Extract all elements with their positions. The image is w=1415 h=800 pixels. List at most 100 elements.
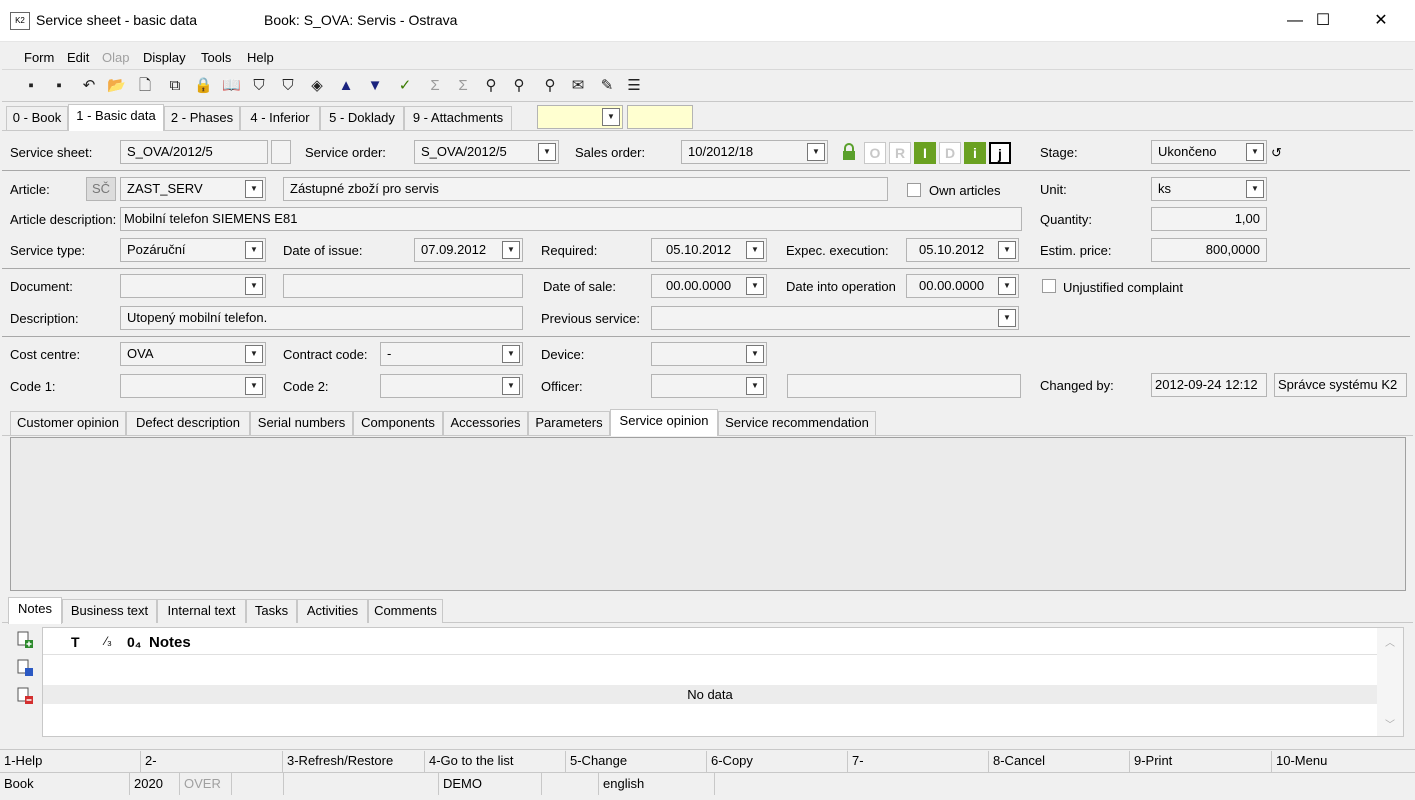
tab-components[interactable]: Components bbox=[353, 411, 443, 435]
fkey-menu[interactable]: 10-Menu bbox=[1272, 751, 1415, 773]
article-name-field[interactable]: Zástupné zboží pro servis bbox=[283, 177, 888, 201]
fkey-print[interactable]: 9-Print bbox=[1130, 751, 1272, 773]
cost-centre-select[interactable]: OVA ▼ bbox=[120, 342, 266, 366]
col-sort-header[interactable]: ⁄₃ bbox=[105, 634, 112, 648]
estim-price-field[interactable]: 800,0000 bbox=[1151, 238, 1267, 262]
flag-j[interactable]: j bbox=[989, 142, 1011, 164]
chevron-down-icon[interactable]: ▼ bbox=[998, 277, 1016, 295]
chevron-down-icon[interactable]: ▼ bbox=[1246, 180, 1264, 198]
tab-serial-numbers[interactable]: Serial numbers bbox=[250, 411, 353, 435]
officer-name-field[interactable] bbox=[787, 374, 1021, 398]
tab-activities[interactable]: Activities bbox=[297, 599, 368, 623]
flag-r[interactable]: R bbox=[889, 142, 911, 164]
chevron-down-icon[interactable]: ▼ bbox=[998, 309, 1016, 327]
notepad-icon[interactable]: ✎ bbox=[598, 77, 616, 95]
tab-service-opinion[interactable]: Service opinion bbox=[610, 409, 718, 436]
menu-edit[interactable]: Edit bbox=[67, 50, 89, 65]
contract-code-select[interactable]: - ▼ bbox=[380, 342, 523, 366]
open-folder-icon[interactable]: 📂 bbox=[107, 77, 126, 95]
delete-note-icon[interactable] bbox=[16, 687, 34, 705]
tab-basic-data[interactable]: 1 - Basic data bbox=[68, 104, 164, 131]
officer-select[interactable]: ▼ bbox=[651, 374, 767, 398]
flag-info[interactable]: i bbox=[964, 142, 986, 164]
check-mark-icon[interactable]: ✓ bbox=[396, 77, 414, 95]
date-into-operation-select[interactable]: 00.00.0000 ▼ bbox=[906, 274, 1019, 298]
history-icon[interactable]: ↺ bbox=[1271, 145, 1282, 161]
previous-service-select[interactable]: ▼ bbox=[651, 306, 1019, 330]
flag-d[interactable]: D bbox=[939, 142, 961, 164]
fkey-copy[interactable]: 6-Copy bbox=[707, 751, 848, 773]
tab-internal-text[interactable]: Internal text bbox=[157, 599, 246, 623]
date-of-issue-select[interactable]: 07.09.2012 ▼ bbox=[414, 238, 523, 262]
vertical-scrollbar[interactable]: ︿ ﹀ bbox=[1377, 628, 1403, 736]
menu-lines-icon[interactable]: ☰ bbox=[625, 77, 643, 95]
close-icon[interactable]: ✕ bbox=[1358, 0, 1404, 42]
document-text-field[interactable] bbox=[283, 274, 523, 298]
article-prefix[interactable]: SČ bbox=[86, 177, 116, 201]
arrow-up-icon[interactable]: ▲ bbox=[337, 77, 355, 95]
tab-book[interactable]: 0 - Book bbox=[6, 106, 68, 130]
chevron-down-icon[interactable]: ▼ bbox=[746, 277, 764, 295]
tab-service-recommendation[interactable]: Service recommendation bbox=[718, 411, 876, 435]
binoculars-prev-icon[interactable]: ⚲ bbox=[541, 77, 559, 95]
chevron-down-icon[interactable]: ▼ bbox=[807, 143, 825, 161]
document-select[interactable]: ▼ bbox=[120, 274, 266, 298]
tab-inferior[interactable]: 4 - Inferior bbox=[240, 106, 320, 130]
article-description-field[interactable]: Mobilní telefon SIEMENS E81 bbox=[120, 207, 1022, 231]
chevron-down-icon[interactable]: ▼ bbox=[998, 241, 1016, 259]
service-opinion-textarea[interactable] bbox=[10, 437, 1406, 591]
unjustified-complaint-checkbox[interactable] bbox=[1042, 279, 1056, 293]
tab-phases[interactable]: 2 - Phases bbox=[164, 106, 240, 130]
undo-icon[interactable]: ↶ bbox=[80, 77, 98, 95]
sum-remove-icon[interactable]: Σ bbox=[454, 77, 472, 95]
service-sheet-field[interactable]: S_OVA/2012/5 bbox=[120, 140, 268, 164]
lock-icon[interactable]: 🔒 bbox=[194, 77, 213, 95]
menu-help[interactable]: Help bbox=[247, 50, 274, 65]
code2-select[interactable]: ▼ bbox=[380, 374, 523, 398]
filter-icon[interactable]: ⛉ bbox=[250, 77, 268, 95]
filter-remove-icon[interactable]: ⛉ bbox=[279, 77, 297, 95]
expec-execution-select[interactable]: 05.10.2012 ▼ bbox=[906, 238, 1019, 262]
fkey-go-to-list[interactable]: 4-Go to the list bbox=[425, 751, 566, 773]
menu-form[interactable]: Form bbox=[24, 50, 54, 65]
flag-o[interactable]: O bbox=[864, 142, 886, 164]
fkey-2[interactable]: 2- bbox=[141, 751, 283, 773]
notes-grid[interactable]: T ⁄₃ 0₄ Notes No data ︿ ﹀ bbox=[42, 627, 1404, 737]
chevron-down-icon[interactable]: ▼ bbox=[245, 277, 263, 295]
device-select[interactable]: ▼ bbox=[651, 342, 767, 366]
chevron-down-icon[interactable]: ▼ bbox=[245, 377, 263, 395]
save-icon[interactable]: ▪ bbox=[22, 77, 40, 95]
code1-select[interactable]: ▼ bbox=[120, 374, 266, 398]
service-order-select[interactable]: S_OVA/2012/5 ▼ bbox=[414, 140, 559, 164]
tab-accessories[interactable]: Accessories bbox=[443, 411, 528, 435]
chevron-down-icon[interactable]: ▼ bbox=[746, 241, 764, 259]
quick-filter-input[interactable] bbox=[627, 105, 693, 129]
save-as-icon[interactable]: ▪ bbox=[50, 77, 68, 95]
arrow-down-icon[interactable]: ▼ bbox=[366, 77, 384, 95]
chevron-down-icon[interactable]: ▼ bbox=[502, 241, 520, 259]
unit-select[interactable]: ks ▼ bbox=[1151, 177, 1267, 201]
scroll-down-icon[interactable]: ﹀ bbox=[1385, 716, 1395, 731]
maximize-icon[interactable]: ☐ bbox=[1300, 0, 1346, 42]
email-icon[interactable]: ✉ bbox=[569, 77, 587, 95]
tab-parameters[interactable]: Parameters bbox=[528, 411, 610, 435]
tab-defect-description[interactable]: Defect description bbox=[126, 411, 250, 435]
tab-business-text[interactable]: Business text bbox=[62, 599, 157, 623]
col-notes-header[interactable]: Notes bbox=[149, 634, 191, 651]
chevron-down-icon[interactable]: ▼ bbox=[1246, 143, 1264, 161]
sum-icon[interactable]: Σ bbox=[426, 77, 444, 95]
chevron-down-icon[interactable]: ▼ bbox=[502, 345, 520, 363]
new-document-icon[interactable]: 🗋 bbox=[136, 77, 154, 95]
chevron-down-icon[interactable]: ▼ bbox=[245, 180, 263, 198]
chevron-down-icon[interactable]: ▼ bbox=[245, 345, 263, 363]
fkey-refresh[interactable]: 3-Refresh/Restore bbox=[283, 751, 425, 773]
binoculars-next-icon[interactable]: ⚲ bbox=[510, 77, 528, 95]
fkey-7[interactable]: 7- bbox=[848, 751, 989, 773]
service-sheet-extra[interactable] bbox=[271, 140, 291, 164]
chevron-down-icon[interactable]: ▼ bbox=[602, 108, 620, 126]
quick-filter-select[interactable]: ▼ bbox=[537, 105, 623, 129]
tab-doklady[interactable]: 5 - Doklady bbox=[320, 106, 404, 130]
flag-i[interactable]: I bbox=[914, 142, 936, 164]
tab-comments[interactable]: Comments bbox=[368, 599, 443, 623]
article-select[interactable]: ZAST_SERV ▼ bbox=[120, 177, 266, 201]
